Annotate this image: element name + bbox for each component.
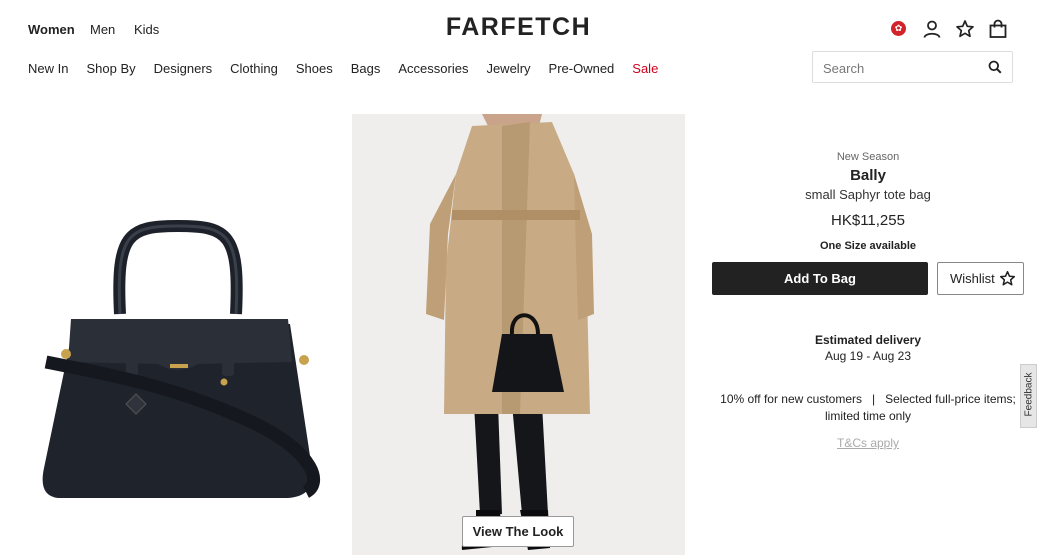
nav-item-pre-owned[interactable]: Pre-Owned xyxy=(549,61,615,76)
shopping-bag-icon[interactable] xyxy=(988,19,1008,39)
brand-name[interactable]: Bally xyxy=(712,167,1024,184)
add-to-bag-button[interactable]: Add To Bag xyxy=(712,262,928,295)
nav-item-bags[interactable]: Bags xyxy=(351,61,381,76)
delivery-dates: Aug 19 - Aug 23 xyxy=(824,349,912,363)
view-the-look-button[interactable]: View The Look xyxy=(462,516,574,547)
nav-item-jewelry[interactable]: Jewelry xyxy=(486,61,530,76)
season-label: New Season xyxy=(836,151,900,163)
nav-item-shop-by[interactable]: Shop By xyxy=(86,61,135,76)
nav-item-clothing[interactable]: Clothing xyxy=(230,61,278,76)
search-input[interactable] xyxy=(821,52,985,84)
nav-item-accessories[interactable]: Accessories xyxy=(398,61,468,76)
feedback-label: Feedback xyxy=(1023,372,1035,417)
search-icon[interactable] xyxy=(988,60,1002,74)
product-price: HK$11,255 xyxy=(831,212,905,229)
search-box xyxy=(812,51,1013,84)
size-availability: One Size available xyxy=(820,240,916,252)
promo-text: 10% off for new customers | Selected ful… xyxy=(720,392,1020,423)
wishlist-star-icon[interactable] xyxy=(955,19,975,39)
product-image-bag[interactable] xyxy=(16,124,336,548)
nav-item-designers[interactable]: Designers xyxy=(154,61,213,76)
wishlist-label: Wishlist xyxy=(950,271,995,286)
main-nav: New In Shop By Designers Clothing Shoes … xyxy=(28,61,658,76)
delivery-title: Estimated delivery xyxy=(814,333,922,347)
wishlist-button[interactable]: Wishlist xyxy=(937,262,1024,295)
nav-item-new-in[interactable]: New In xyxy=(28,61,68,76)
hong-kong-flag-icon[interactable]: ✿ xyxy=(891,21,906,36)
site-logo[interactable]: FARFETCH xyxy=(0,13,1037,42)
tcs-link[interactable]: T&Cs apply xyxy=(712,436,1024,450)
feedback-tab[interactable]: Feedback xyxy=(1020,364,1037,428)
account-icon[interactable] xyxy=(922,19,942,39)
nav-item-sale[interactable]: Sale xyxy=(632,61,658,76)
product-name: small Saphyr tote bag xyxy=(805,187,931,202)
product-image-model[interactable] xyxy=(352,114,685,555)
nav-item-shoes[interactable]: Shoes xyxy=(296,61,333,76)
star-icon xyxy=(999,270,1016,287)
